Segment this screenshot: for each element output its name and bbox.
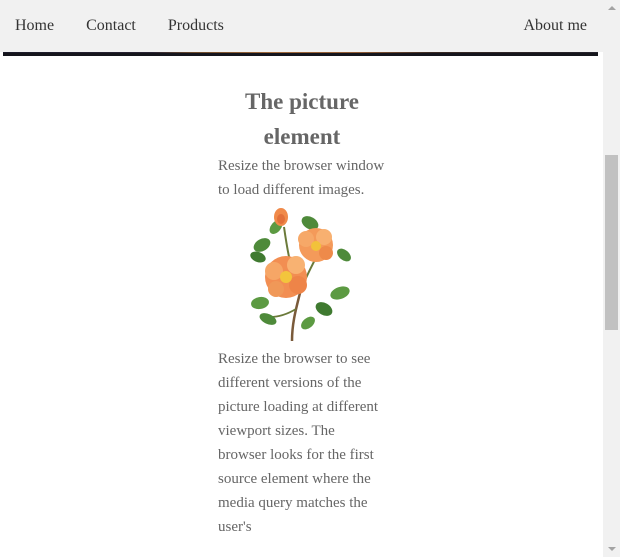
nav-link-products[interactable]: Products bbox=[152, 0, 240, 52]
nav-link-home[interactable]: Home bbox=[0, 0, 70, 52]
picture-element bbox=[218, 205, 386, 345]
flower-image bbox=[250, 208, 351, 342]
nav-link-about[interactable]: About me bbox=[507, 0, 603, 52]
intro-paragraph: Resize the browser window to load differ… bbox=[218, 158, 385, 198]
scrollbar-thumb[interactable] bbox=[605, 155, 618, 330]
body-paragraph: Resize the browser to see different vers… bbox=[218, 351, 379, 535]
scroll-up-arrow-icon[interactable] bbox=[603, 0, 620, 17]
page-viewport: Home Contact Products About me The pictu… bbox=[0, 0, 603, 557]
page-title: The picture element bbox=[245, 89, 359, 149]
vertical-scrollbar[interactable] bbox=[603, 0, 620, 557]
scroll-down-arrow-icon[interactable] bbox=[603, 540, 620, 557]
nav-link-contact[interactable]: Contact bbox=[70, 0, 152, 52]
top-navbar: Home Contact Products About me bbox=[0, 0, 603, 52]
main-content: The picture element Resize the browser w… bbox=[218, 84, 386, 539]
